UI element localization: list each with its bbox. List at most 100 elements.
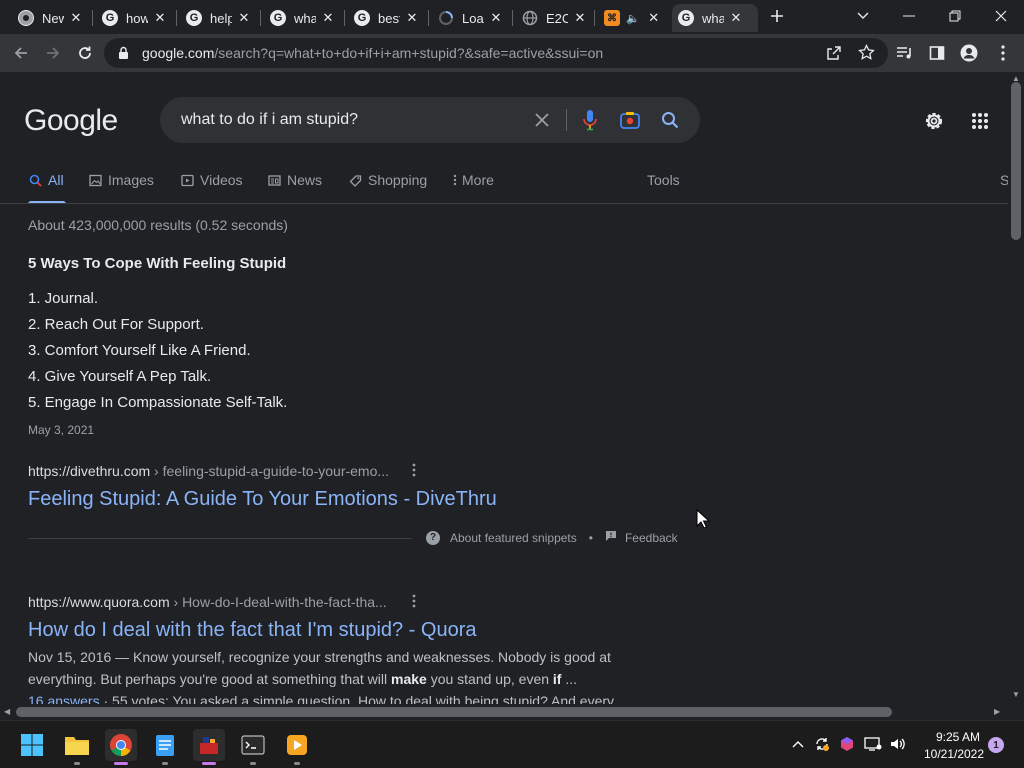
minimize-icon[interactable] — [895, 4, 923, 28]
speaker-icon[interactable]: 🔈 — [626, 12, 640, 25]
close-tab-icon[interactable]: ✕ — [730, 10, 742, 26]
terminal-icon[interactable] — [237, 729, 269, 765]
tab-google-how[interactable]: G how ✕ — [96, 4, 172, 32]
list-item: 5. Engage In Compassionate Self-Talk. — [28, 394, 288, 411]
result-cite-quora[interactable]: https://www.quora.com › How-do-I-deal-wi… — [28, 594, 387, 610]
close-tab-icon[interactable]: ✕ — [648, 10, 660, 26]
url-text[interactable]: google.com/search?q=what+to+do+if+i+am+s… — [142, 45, 603, 61]
close-tab-icon[interactable]: ✕ — [238, 10, 250, 26]
tab-more[interactable]: More — [451, 172, 494, 206]
file-explorer-icon[interactable] — [61, 729, 93, 765]
result-snippet-line: 16 answers · 55 votes: You asked a simpl… — [28, 690, 614, 704]
tab-google-best[interactable]: G best ✕ — [348, 4, 424, 32]
close-window-icon[interactable] — [987, 4, 1015, 28]
forward-arrow-icon[interactable] — [40, 40, 66, 66]
feedback-link[interactable]: Feedback — [625, 531, 678, 545]
close-tab-icon[interactable]: ✕ — [406, 10, 418, 26]
network-icon[interactable] — [864, 736, 882, 755]
volume-icon[interactable] — [889, 736, 907, 755]
microphone-icon[interactable] — [578, 108, 602, 132]
tab-shopping[interactable]: Shopping — [348, 172, 427, 206]
result-snippet-line: everything. But perhaps you're good at s… — [28, 668, 577, 690]
scrollbar-thumb[interactable] — [1011, 82, 1021, 240]
result-link-divethru[interactable]: Feeling Stupid: A Guide To Your Emotions… — [28, 488, 497, 511]
settings-gear-icon[interactable] — [922, 109, 946, 133]
camera-lens-icon[interactable] — [618, 108, 642, 132]
tab-news[interactable]: News — [267, 172, 322, 206]
tab-videos[interactable]: Videos — [180, 172, 243, 206]
search-input[interactable]: what to do if i am stupid? — [181, 111, 358, 129]
search-icon[interactable] — [658, 108, 682, 132]
back-arrow-icon[interactable] — [8, 40, 34, 66]
horizontal-scrollbar[interactable]: ◀ ▶ — [0, 704, 1008, 720]
bookmark-star-icon[interactable] — [858, 43, 875, 66]
side-panel-icon[interactable] — [924, 40, 950, 66]
tab-e2c[interactable]: E2C ✕ — [516, 4, 592, 32]
vertical-scrollbar[interactable]: ▲ ▼ — [1008, 72, 1024, 704]
help-question-icon[interactable]: ? — [426, 530, 440, 545]
tools-button[interactable]: Tools — [647, 172, 680, 206]
notification-badge[interactable]: 1 — [988, 737, 1004, 753]
app-tray-icon[interactable] — [839, 736, 855, 755]
answers-link[interactable]: 16 answers — [28, 693, 100, 704]
start-windows-icon[interactable] — [16, 729, 48, 761]
new-tab-icon[interactable] — [763, 4, 791, 28]
tab-loading[interactable]: Loading ✕ — [432, 4, 508, 32]
media-player-icon[interactable] — [281, 729, 313, 765]
close-tab-icon[interactable]: ✕ — [70, 10, 82, 26]
video-play-icon — [180, 172, 194, 187]
result-options-icon[interactable] — [412, 463, 416, 480]
tab-google-help[interactable]: G help ✕ — [180, 4, 256, 32]
result-link-quora[interactable]: How do I deal with the fact that I'm stu… — [28, 619, 477, 642]
close-tab-icon[interactable]: ✕ — [574, 10, 586, 26]
show-hidden-icons-chevron-icon[interactable] — [792, 735, 804, 751]
about-featured-snippets-link[interactable]: About featured snippets — [450, 531, 577, 545]
lock-icon[interactable] — [118, 46, 129, 65]
tab-google-what-active[interactable]: G what ✕ — [672, 4, 758, 32]
chrome-taskbar-icon[interactable] — [105, 729, 137, 765]
search-box[interactable]: what to do if i am stupid? — [160, 97, 700, 143]
result-stats: About 423,000,000 results (0.52 seconds) — [28, 217, 288, 233]
media-controls-icon[interactable] — [892, 40, 918, 66]
scroll-right-arrow-icon[interactable]: ▶ — [994, 707, 1000, 716]
share-icon[interactable] — [826, 45, 842, 66]
clock-date[interactable]: 10/21/2022 — [918, 747, 990, 761]
google-apps-grid-icon[interactable] — [968, 109, 992, 133]
scrollbar-thumb[interactable] — [16, 707, 892, 717]
snippet-text: · 55 votes: You asked a simple question.… — [99, 693, 615, 704]
tab-google-what[interactable]: G what ✕ — [264, 4, 340, 32]
tab-label: More — [462, 172, 494, 188]
app-icon-red-blocks[interactable] — [193, 729, 225, 765]
close-tab-icon[interactable]: ✕ — [490, 10, 502, 26]
tab-search-chevron-icon[interactable] — [849, 4, 877, 28]
cite-domain: https://divethru.com — [28, 463, 151, 479]
tab-images[interactable]: Images — [88, 172, 154, 206]
address-bar[interactable]: google.com/search?q=what+to+do+if+i+am+s… — [104, 38, 888, 68]
browser-menu-icon[interactable] — [990, 40, 1016, 66]
tab-title: Loading — [462, 10, 484, 26]
clear-search-icon[interactable] — [530, 108, 554, 132]
result-cite-divethru[interactable]: https://divethru.com › feeling-stupid-a-… — [28, 463, 389, 479]
google-icon: G — [354, 10, 370, 26]
mouse-cursor-icon — [696, 508, 711, 534]
result-options-icon[interactable] — [412, 594, 416, 611]
profile-avatar[interactable] — [956, 40, 982, 66]
reload-icon[interactable] — [72, 40, 98, 66]
restore-icon[interactable] — [941, 4, 969, 28]
snippet-text: ... — [561, 671, 578, 687]
google-icon: G — [678, 10, 694, 26]
notepad-icon[interactable] — [149, 729, 181, 765]
close-tab-icon[interactable]: ✕ — [154, 10, 166, 26]
scroll-left-arrow-icon[interactable]: ◀ — [4, 707, 10, 716]
nav-divider — [0, 203, 1008, 204]
close-tab-icon[interactable]: ✕ — [322, 10, 334, 26]
tab-new-tab[interactable]: New Tab ✕ — [12, 4, 88, 32]
feedback-icon[interactable] — [605, 530, 617, 545]
google-logo[interactable]: Google — [24, 104, 118, 138]
scroll-down-arrow-icon[interactable]: ▼ — [1012, 690, 1020, 699]
clock-time[interactable]: 9:25 AM — [928, 730, 988, 744]
tab-audio-site[interactable]: ⌘ 🔈 ✕ — [598, 4, 666, 32]
news-icon — [267, 172, 281, 187]
safesearch-button[interactable]: S — [1000, 172, 1008, 206]
sync-icon[interactable] — [814, 736, 830, 755]
